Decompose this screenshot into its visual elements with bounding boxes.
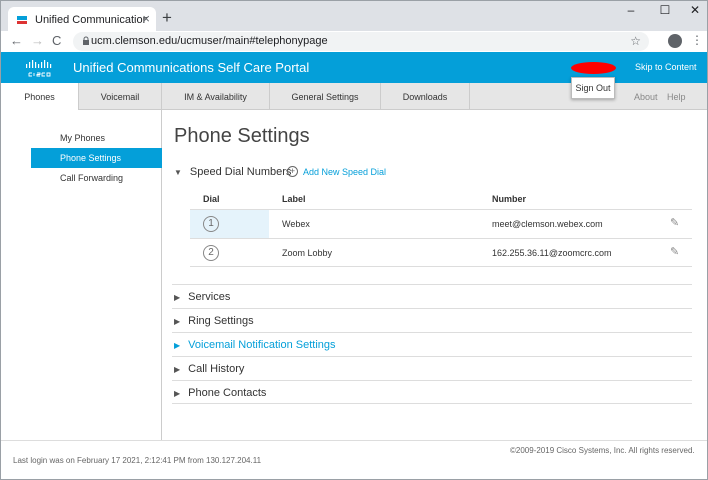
section-label: Ring Settings — [188, 315, 254, 327]
table-row[interactable]: 2 Zoom Lobby 162.255.36.11@zoomcrc.com ✎ — [190, 238, 692, 267]
cisco-logo-icon — [26, 60, 52, 77]
address-bar[interactable]: ucm.clemson.edu/ucmuser/main#telephonypa… — [73, 32, 649, 51]
sidebar: My Phones Phone Settings Call Forwarding — [1, 110, 162, 440]
dial-number-badge: 1 — [203, 216, 219, 232]
browser-tab-title: Unified Communications Self Care — [35, 13, 147, 26]
browser-toolbar: ← → C ucm.clemson.edu/ucmuser/main#telep… — [0, 31, 708, 52]
sidebar-item-call-forwarding[interactable]: Call Forwarding — [31, 168, 162, 188]
speed-dial-heading: Speed Dial Numbers — [189, 166, 292, 178]
add-circle-icon: + — [287, 166, 298, 177]
section-label: Call History — [188, 363, 245, 375]
close-tab-icon[interactable]: × — [142, 12, 150, 25]
window-close-icon[interactable]: ✕ — [685, 3, 705, 17]
cisco-favicon-icon — [17, 15, 27, 24]
tab-downloads[interactable]: Downloads — [381, 83, 470, 110]
sign-out-button[interactable]: Sign Out — [571, 77, 615, 99]
sidebar-item-my-phones[interactable]: My Phones — [31, 128, 162, 148]
main-content: Phone Settings ▼ Speed Dial Numbers + Ad… — [162, 110, 707, 440]
column-header-dial: Dial — [203, 194, 220, 204]
minimize-icon[interactable]: – — [621, 3, 641, 17]
section-header: ▶ Call History — [174, 363, 244, 375]
caret-right-icon: ▶ — [174, 316, 181, 326]
dial-number-badge: 2 — [203, 245, 219, 261]
add-speed-dial-link[interactable]: + Add New Speed Dial — [287, 166, 386, 177]
footer: ©2009-2019 Cisco Systems, Inc. All right… — [1, 440, 707, 480]
section-label: Services — [188, 291, 231, 303]
column-header-number: Number — [492, 194, 527, 204]
new-tab-icon[interactable]: + — [162, 9, 172, 26]
caret-right-icon: ▶ — [174, 340, 181, 350]
lock-icon — [83, 36, 89, 45]
user-name-redacted[interactable] — [571, 62, 616, 74]
browser-menu-icon[interactable]: ⋮ — [691, 33, 703, 47]
voicemail-notification-section[interactable]: ▶ Voicemail Notification Settings — [172, 332, 692, 356]
phone-contacts-section[interactable]: ▶ Phone Contacts — [172, 380, 692, 404]
column-header-label: Label — [282, 194, 306, 204]
about-link[interactable]: About — [634, 92, 658, 102]
maximize-icon[interactable]: ☐ — [655, 3, 675, 17]
dial-cell: 2 — [190, 239, 269, 267]
services-section[interactable]: ▶ Services — [172, 284, 692, 308]
help-link[interactable]: Help — [667, 92, 686, 102]
call-history-section[interactable]: ▶ Call History — [172, 356, 692, 380]
speed-dial-label: Webex — [282, 219, 310, 229]
add-speed-dial-label: Add New Speed Dial — [303, 166, 387, 177]
edit-pencil-icon[interactable]: ✎ — [670, 216, 679, 229]
sidebar-item-phone-settings[interactable]: Phone Settings — [31, 148, 162, 168]
window-border — [0, 0, 1, 480]
last-login-text: Last login was on February 17 2021, 2:12… — [13, 456, 262, 465]
speed-dial-number: 162.255.36.11@zoomcrc.com — [492, 248, 612, 258]
speed-dial-number: meet@clemson.webex.com — [492, 219, 603, 229]
section-header: ▶ Phone Contacts — [174, 387, 266, 399]
copyright-text: ©2009-2019 Cisco Systems, Inc. All right… — [510, 446, 695, 455]
section-header: ▶ Voicemail Notification Settings — [174, 339, 336, 351]
caret-right-icon: ▶ — [174, 292, 181, 302]
caret-right-icon: ▶ — [174, 388, 181, 398]
portal-title: Unified Communications Self Care Portal — [73, 60, 310, 75]
back-arrow-icon[interactable]: ← — [10, 33, 23, 49]
browser-tab-strip: Unified Communications Self Care × + – ☐… — [0, 0, 708, 32]
section-label: Phone Contacts — [188, 387, 267, 399]
tab-voicemail[interactable]: Voicemail — [79, 83, 162, 110]
ring-settings-section[interactable]: ▶ Ring Settings — [172, 308, 692, 332]
tab-phones[interactable]: Phones — [1, 83, 79, 110]
bookmark-star-icon[interactable]: ☆ — [630, 34, 641, 48]
tab-im-availability[interactable]: IM & Availability — [162, 83, 270, 110]
edit-pencil-icon[interactable]: ✎ — [670, 245, 679, 258]
speed-dial-section-toggle[interactable]: ▼ Speed Dial Numbers — [174, 166, 291, 178]
reload-icon[interactable]: C — [52, 33, 61, 49]
caret-right-icon: ▶ — [174, 364, 181, 374]
section-header: ▶ Services — [174, 291, 230, 303]
dial-cell: 1 — [190, 210, 269, 238]
table-row[interactable]: 1 Webex meet@clemson.webex.com ✎ — [190, 209, 692, 238]
browser-tab[interactable]: Unified Communications Self Care × — [8, 7, 156, 32]
forward-arrow-icon[interactable]: → — [31, 33, 44, 49]
skip-to-content-link[interactable]: Skip to Content — [635, 62, 697, 72]
tab-general-settings[interactable]: General Settings — [270, 83, 381, 110]
speed-dial-label: Zoom Lobby — [282, 248, 333, 258]
section-header: ▶ Ring Settings — [174, 315, 254, 327]
url-text: ucm.clemson.edu/ucmuser/main#telephonypa… — [91, 35, 328, 47]
profile-avatar-icon[interactable] — [668, 34, 682, 48]
caret-down-icon: ▼ — [174, 167, 182, 177]
section-label: Voicemail Notification Settings — [188, 339, 336, 351]
page-title: Phone Settings — [174, 125, 310, 147]
